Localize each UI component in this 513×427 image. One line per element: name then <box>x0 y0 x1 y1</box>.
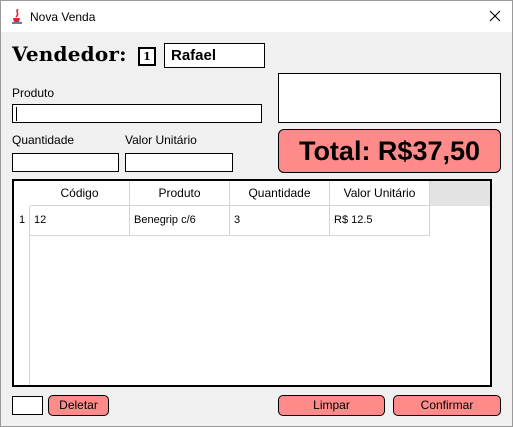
confirm-button[interactable]: Confirmar <box>393 395 501 416</box>
quantidade-label: Quantidade <box>12 133 75 147</box>
close-icon[interactable] <box>483 5 507 27</box>
form-area: Vendedor: 1 Rafael Produto Quantidade Va… <box>1 32 512 426</box>
total-display: Total: R$37,50 <box>278 129 501 173</box>
table-corner <box>14 181 30 206</box>
quantidade-input[interactable] <box>12 153 119 172</box>
vendedor-label: Vendedor: <box>12 42 127 66</box>
text-caret <box>16 107 17 121</box>
table-header: Código Produto Quantidade Valor Unitário <box>14 181 490 206</box>
table-body: 12 Benegrip c/6 3 R$ 12.5 <box>30 206 490 385</box>
valor-unitario-label: Valor Unitário <box>125 133 197 147</box>
table-cell-codigo[interactable]: 12 <box>30 206 130 236</box>
java-cup-icon <box>10 8 24 24</box>
produto-label: Produto <box>12 86 55 100</box>
row-number-input[interactable] <box>12 396 43 415</box>
window-title: Nova Venda <box>30 10 96 24</box>
title-bar: Nova Venda <box>1 1 512 32</box>
column-header-produto[interactable]: Produto <box>130 181 230 206</box>
delete-button[interactable]: Deletar <box>48 395 109 416</box>
table-cell-produto[interactable]: Benegrip c/6 <box>130 206 230 236</box>
row-index-column: 1 <box>14 206 30 385</box>
items-table[interactable]: Código Produto Quantidade Valor Unitário… <box>12 179 492 387</box>
column-header-codigo[interactable]: Código <box>30 181 130 206</box>
table-cell-quantidade[interactable]: 3 <box>230 206 330 236</box>
produto-input[interactable] <box>12 104 262 123</box>
column-header-quantidade[interactable]: Quantidade <box>230 181 330 206</box>
nova-venda-window: Nova Venda Vendedor: 1 Rafael Produto Qu… <box>0 0 513 427</box>
column-header-valor-unitario[interactable]: Valor Unitário <box>330 181 430 206</box>
table-cell-valor-unitario[interactable]: R$ 12.5 <box>330 206 430 236</box>
vendedor-id-badge: 1 <box>138 47 156 66</box>
product-image-box <box>278 73 501 123</box>
row-index[interactable]: 1 <box>14 206 30 236</box>
valor-unitario-input[interactable] <box>125 153 233 172</box>
vendedor-name-field[interactable]: Rafael <box>164 43 265 68</box>
clear-button[interactable]: Limpar <box>278 395 385 416</box>
